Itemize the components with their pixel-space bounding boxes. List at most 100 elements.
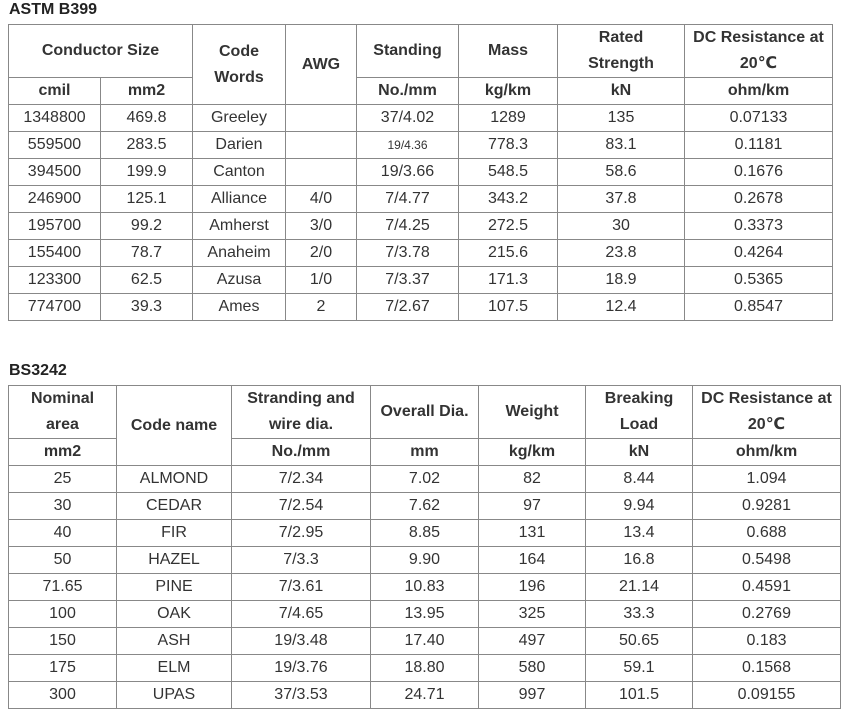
unit-rated-strength: kN [557,77,685,105]
cell-stranding: 7/2.54 [231,492,371,520]
header-row: Conductor Size Code Words AWG Standing M… [8,24,833,105]
cell-dia: 17.40 [370,627,479,655]
cell-resistance: 0.8547 [684,293,833,321]
header-mass: Mass [458,24,558,78]
cell-stranding: 19/3.76 [231,654,371,682]
cell-resistance: 0.3373 [684,212,833,240]
cell-code: Alliance [192,185,286,213]
header-code-words: Code Words [192,24,286,105]
cell-awg: 2 [285,293,357,321]
cell-area: 300 [8,681,117,709]
cell-load: 59.1 [585,654,693,682]
table-row: 175 ELM 19/3.76 18.80 580 59.1 0.1568 [8,654,841,682]
cell-mass: 548.5 [458,158,558,186]
cell-standing: 7/2.67 [356,293,459,321]
unit-overall-dia: mm [370,438,479,466]
table-row: 25 ALMOND 7/2.34 7.02 82 8.44 1.094 [8,465,841,493]
cell-load: 33.3 [585,600,693,628]
cell-load: 9.94 [585,492,693,520]
cell-resistance: 0.2678 [684,185,833,213]
cell-stranding: 19/3.48 [231,627,371,655]
cell-stranding: 7/3.3 [231,546,371,574]
cell-code: HAZEL [116,546,232,574]
cell-resistance: 0.5498 [692,546,841,574]
cell-mass: 778.3 [458,131,558,159]
cell-weight: 164 [478,546,586,574]
cell-mm2: 283.5 [100,131,193,159]
cell-resistance: 1.094 [692,465,841,493]
unit-standing: No./mm [356,77,459,105]
header-code-name: Code name [116,385,232,466]
cell-cmil: 123300 [8,266,101,294]
header-weight: Weight [478,385,586,439]
cell-strength: 135 [557,104,685,132]
cell-mm2: 78.7 [100,239,193,267]
table-row: 123300 62.5 Azusa 1/0 7/3.37 171.3 18.9 0.5365 [8,266,833,294]
cell-code: PINE [116,573,232,601]
bs3242-title: BS3242 [9,362,67,379]
header-nominal-area: Nominal area [8,385,117,439]
cell-dia: 24.71 [370,681,479,709]
cell-code: Darien [192,131,286,159]
astm-b399-table: Conductor Size Code Words AWG Standing M… [8,24,833,321]
cell-mm2: 99.2 [100,212,193,240]
cell-strength: 23.8 [557,239,685,267]
cell-load: 21.14 [585,573,693,601]
cell-mm2: 469.8 [100,104,193,132]
cell-resistance: 0.4591 [692,573,841,601]
cell-area: 50 [8,546,117,574]
cell-mass: 343.2 [458,185,558,213]
cell-mm2: 125.1 [100,185,193,213]
cell-strength: 12.4 [557,293,685,321]
unit-stranding: No./mm [231,438,371,466]
cell-awg [285,104,357,132]
cell-weight: 580 [478,654,586,682]
table-row: 40 FIR 7/2.95 8.85 131 13.4 0.688 [8,519,841,547]
table-row: 195700 99.2 Amherst 3/0 7/4.25 272.5 30 0.3373 [8,212,833,240]
cell-stranding: 37/3.53 [231,681,371,709]
header-conductor-size: Conductor Size [8,24,193,78]
header-dc-resistance: DC Resistance at 20℃ [684,24,833,78]
header-stranding: Stranding and wire dia. [231,385,371,439]
header-overall-dia: Overall Dia. [370,385,479,439]
cell-weight: 325 [478,600,586,628]
header-breaking-load: Breaking Load [585,385,693,439]
cell-standing: 7/4.77 [356,185,459,213]
table-row: 30 CEDAR 7/2.54 7.62 97 9.94 0.9281 [8,492,841,520]
cell-resistance: 0.09155 [692,681,841,709]
cell-area: 71.65 [8,573,117,601]
cell-dia: 7.02 [370,465,479,493]
bs3242-table: Nominal area Code name Stranding and wir… [8,385,841,709]
cell-weight: 196 [478,573,586,601]
cell-mm2: 39.3 [100,293,193,321]
unit-dc-resistance: ohm/km [692,438,841,466]
cell-awg: 3/0 [285,212,357,240]
header-dc-resistance: DC Resistance at 20℃ [692,385,841,439]
cell-code: CEDAR [116,492,232,520]
cell-resistance: 0.07133 [684,104,833,132]
cell-resistance: 0.4264 [684,239,833,267]
cell-code: Azusa [192,266,286,294]
cell-weight: 997 [478,681,586,709]
cell-code: Ames [192,293,286,321]
table-row: 155400 78.7 Anaheim 2/0 7/3.78 215.6 23.8 0.426… [8,239,833,267]
cell-cmil: 394500 [8,158,101,186]
cell-load: 13.4 [585,519,693,547]
cell-awg: 1/0 [285,266,357,294]
cell-cmil: 774700 [8,293,101,321]
cell-resistance: 0.1181 [684,131,833,159]
unit-cmil: cmil [8,77,101,105]
cell-resistance: 0.183 [692,627,841,655]
cell-cmil: 246900 [8,185,101,213]
cell-strength: 30 [557,212,685,240]
header-rated-strength: Rated Strength [557,24,685,78]
cell-load: 50.65 [585,627,693,655]
cell-strength: 18.9 [557,266,685,294]
cell-cmil: 1348800 [8,104,101,132]
cell-mass: 272.5 [458,212,558,240]
cell-area: 40 [8,519,117,547]
cell-resistance: 0.688 [692,519,841,547]
cell-mass: 1289 [458,104,558,132]
cell-standing: 19/4.36 [356,131,459,159]
header-row: Nominal area Code name Stranding and wir… [8,385,841,466]
